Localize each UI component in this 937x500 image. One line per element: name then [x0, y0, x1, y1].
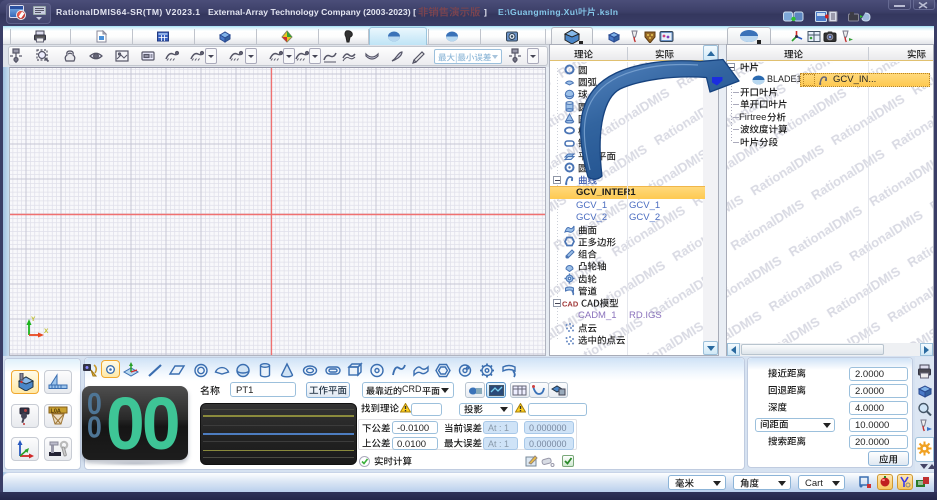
svg-text:X: X: [44, 328, 49, 335]
svg-text:CAD: CAD: [562, 299, 579, 308]
svg-text:Y: Y: [31, 316, 36, 323]
